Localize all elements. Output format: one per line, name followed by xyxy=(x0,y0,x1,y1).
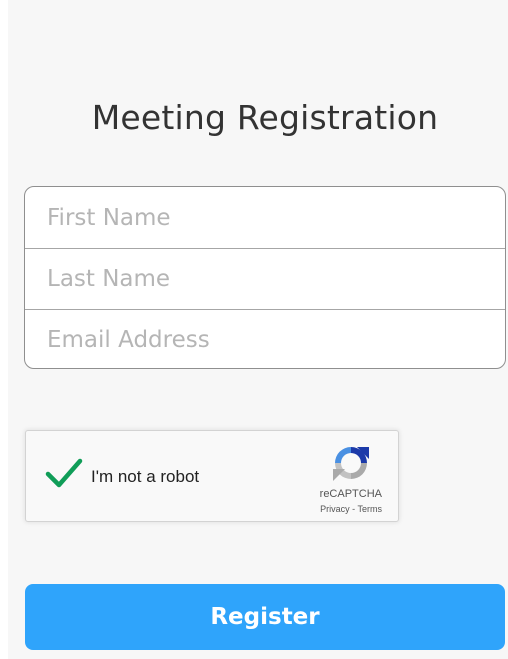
recaptcha-brand: reCAPTCHA xyxy=(319,488,382,500)
register-button[interactable]: Register xyxy=(25,584,505,650)
registration-fields-group xyxy=(24,186,506,369)
recaptcha-links: Privacy - Terms xyxy=(320,504,382,514)
privacy-link[interactable]: Privacy xyxy=(320,504,350,514)
last-name-field[interactable] xyxy=(25,248,505,309)
links-separator: - xyxy=(349,504,358,514)
page-title: Meeting Registration xyxy=(91,98,439,137)
recaptcha-logo-icon xyxy=(331,443,371,483)
email-field[interactable] xyxy=(25,309,505,368)
terms-link[interactable]: Terms xyxy=(358,504,383,514)
first-name-field[interactable] xyxy=(25,187,505,248)
checkmark-icon[interactable] xyxy=(45,457,83,489)
recaptcha-widget: I'm not a robot reCAPTCHA Privacy - Term… xyxy=(25,430,399,522)
captcha-label: I'm not a robot xyxy=(91,467,200,486)
